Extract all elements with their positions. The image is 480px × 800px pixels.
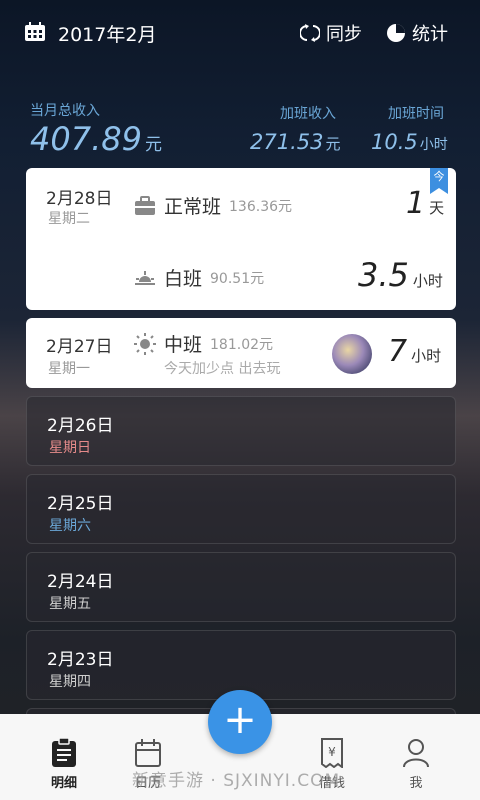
shift-name: 中班 <box>164 334 203 356</box>
shift-amount: 136.36元 <box>229 198 293 215</box>
sync-icon <box>300 24 320 42</box>
shift-row-middle: 中班 181.02元 <box>134 330 273 357</box>
sync-button[interactable]: 同步 <box>300 20 362 46</box>
overtime-income-number: 271.53 <box>250 130 324 154</box>
day-date: 2月23日 <box>47 650 114 670</box>
calendar-icon[interactable] <box>24 22 46 42</box>
shift-name: 白班 <box>164 268 203 290</box>
day-note: 今天加少点 出去玩 <box>164 361 281 377</box>
shift-row-day: 白班 90.51元 <box>134 264 264 291</box>
shift-count: 3.5 小时 <box>358 256 443 294</box>
briefcase-icon <box>135 195 155 215</box>
day-date: 2月26日 <box>47 416 114 436</box>
day-card-0226[interactable]: 2月26日 星期日 <box>26 396 456 466</box>
shift-count-number: 3.5 <box>358 256 409 294</box>
shift-count: 1天 <box>406 186 444 221</box>
day-weekday: 星期日 <box>49 440 91 456</box>
overtime-time-value: 10.5 小时 <box>371 130 448 154</box>
overtime-income-value: 271.53 元 <box>250 130 341 154</box>
shift-count-number: 7 <box>388 334 408 369</box>
sunrise-icon <box>135 270 155 285</box>
overtime-income-label: 加班收入 <box>280 106 336 122</box>
shift-name: 正常班 <box>164 196 222 218</box>
day-weekday: 星期二 <box>48 211 90 227</box>
today-badge: 今 <box>430 168 448 194</box>
total-income-number: 407.89 <box>30 120 142 158</box>
add-record-button[interactable]: + <box>208 690 272 754</box>
day-date: 2月25日 <box>47 494 114 514</box>
overtime-income-unit: 元 <box>325 135 341 153</box>
clipboard-icon <box>52 738 76 767</box>
stats-button[interactable]: 统计 <box>386 20 448 46</box>
day-weekday: 星期四 <box>49 674 91 690</box>
tab-me-label: 我 <box>409 776 423 791</box>
day-weekday: 星期五 <box>49 596 91 612</box>
sync-label: 同步 <box>326 24 362 45</box>
total-income-unit: 元 <box>144 135 162 155</box>
shift-count: 7 小时 <box>388 334 441 369</box>
watermark-text: 新意手游 · SJXINYI.COM <box>132 771 341 791</box>
day-card-0224[interactable]: 2月24日 星期五 <box>26 552 456 622</box>
shift-count-unit: 小时 <box>411 347 442 365</box>
tab-detail-label: 明细 <box>50 776 77 791</box>
day-card-0225[interactable]: 2月25日 星期六 <box>26 474 456 544</box>
shift-count-unit: 天 <box>429 199 445 217</box>
day-date: 2月24日 <box>47 572 114 592</box>
overtime-time-label: 加班时间 <box>388 106 444 122</box>
tab-me[interactable]: 我 <box>386 738 446 791</box>
note-photo[interactable] <box>332 334 372 374</box>
tab-detail[interactable]: 明细 <box>34 738 94 791</box>
overtime-time-unit: 小时 <box>419 137 448 153</box>
top-bar: 2017年2月 同步 统计 <box>0 0 480 64</box>
stats-label: 统计 <box>412 24 448 45</box>
receipt-yen-icon: ¥ <box>321 738 343 768</box>
shift-count-number: 1 <box>406 186 426 221</box>
pie-chart-icon <box>387 24 405 42</box>
user-icon <box>403 739 429 768</box>
day-weekday: 星期六 <box>49 518 91 534</box>
overtime-time-number: 10.5 <box>371 130 418 154</box>
total-income-label: 当月总收入 <box>30 103 100 119</box>
shift-row-normal: 正常班 136.36元 <box>134 192 292 219</box>
day-weekday: 星期一 <box>48 361 90 377</box>
shift-amount: 181.02元 <box>210 336 274 353</box>
total-income-value: 407.89 元 <box>30 120 162 158</box>
monthly-summary: 当月总收入 407.89 元 加班收入 271.53 元 加班时间 10.5 小时 <box>0 100 480 160</box>
day-date: 2月28日 <box>46 189 113 209</box>
calendar-icon <box>135 739 161 767</box>
day-card-0227[interactable]: 2月27日 星期一 中班 181.02元 今天加少点 出去玩 7 小时 <box>26 318 456 388</box>
day-date: 2月27日 <box>46 337 113 357</box>
sun-icon <box>134 332 156 355</box>
shift-amount: 90.51元 <box>210 270 265 287</box>
shift-count-unit: 小时 <box>412 272 443 290</box>
day-card-0228[interactable]: 今 2月28日 星期二 正常班 136.36元 1天 白班 90.51元 3.5… <box>26 168 456 310</box>
svg-text:¥: ¥ <box>328 745 336 759</box>
month-title[interactable]: 2017年2月 <box>58 20 156 47</box>
